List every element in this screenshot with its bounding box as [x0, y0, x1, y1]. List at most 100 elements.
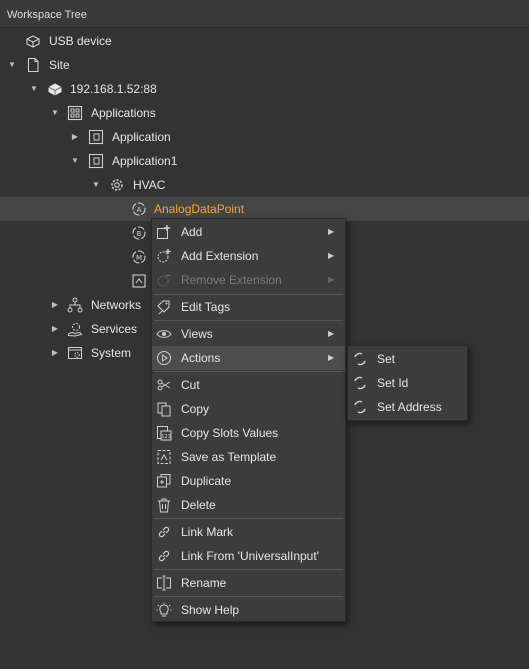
- menu-item-label: Add Extension: [181, 249, 259, 263]
- menu-item-label: Show Help: [181, 603, 240, 617]
- submenu-arrow-icon: ▶: [328, 275, 335, 284]
- menu-item-add-extension[interactable]: Add Extension ▶: [152, 244, 345, 268]
- menu-item-add[interactable]: Add ▶: [152, 220, 345, 244]
- action-icon: [352, 375, 368, 391]
- expand-arrow-icon[interactable]: ▼: [29, 84, 39, 94]
- submenu-arrow-icon: ▶: [328, 227, 335, 236]
- analog-point-icon: A: [131, 201, 147, 217]
- menu-item-link-mark[interactable]: Link Mark: [152, 520, 345, 544]
- menu-item-delete[interactable]: Delete: [152, 493, 345, 517]
- menu-separator: [154, 596, 343, 597]
- menu-item-label: Rename: [181, 576, 227, 590]
- play-icon: [156, 350, 172, 366]
- tree-item-label: Application1: [112, 154, 178, 168]
- panel-header: Workspace Tree: [0, 0, 529, 28]
- submenu-item-set-address[interactable]: Set Address: [348, 395, 467, 419]
- expand-arrow-icon[interactable]: ▼: [7, 60, 17, 70]
- menu-item-label: Copy: [181, 402, 210, 416]
- menu-item-label: Link Mark: [181, 525, 234, 539]
- menu-item-views[interactable]: Views ▶: [152, 322, 345, 346]
- menu-item-duplicate[interactable]: Duplicate: [152, 469, 345, 493]
- submenu-item-set[interactable]: Set: [348, 347, 467, 371]
- menu-item-label: Add: [181, 225, 203, 239]
- action-icon: [352, 399, 368, 415]
- svg-text:M: M: [136, 254, 142, 262]
- add-icon: [156, 224, 172, 240]
- menu-item-rename[interactable]: Rename: [152, 571, 345, 595]
- svg-text:A: A: [137, 206, 142, 214]
- link-icon: [156, 548, 172, 564]
- menu-item-copy-slots-values[interactable]: 123 Copy Slots Values: [152, 421, 345, 445]
- menu-item-label: Set Address: [377, 400, 442, 414]
- add-extension-icon: [156, 248, 172, 264]
- tree-item-label: Application: [112, 130, 171, 144]
- tree-item-application1[interactable]: ▼ Application1: [0, 149, 529, 173]
- usb-device-icon: [25, 33, 41, 49]
- menu-separator: [154, 371, 343, 372]
- site-icon: [25, 57, 41, 73]
- expand-arrow-icon[interactable]: ▼: [91, 180, 101, 190]
- submenu-arrow-icon: ▶: [328, 251, 335, 260]
- tag-icon: [156, 299, 172, 315]
- expand-arrow-icon[interactable]: ▼: [50, 108, 60, 118]
- trash-icon: [156, 497, 172, 513]
- tree-item-site[interactable]: ▼ Site: [0, 53, 529, 77]
- system-icon: [67, 345, 83, 361]
- rename-icon: [156, 575, 172, 591]
- scissors-icon: [156, 377, 172, 393]
- application-icon: [88, 129, 104, 145]
- menu-item-show-help[interactable]: Show Help: [152, 598, 345, 622]
- collapsed-arrow-icon[interactable]: ▶: [50, 300, 60, 310]
- tree-item-label: HVAC: [133, 178, 166, 192]
- menu-separator: [154, 569, 343, 570]
- menu-item-copy[interactable]: Copy: [152, 397, 345, 421]
- svg-text:B: B: [137, 230, 142, 238]
- menu-item-label: Copy Slots Values: [181, 426, 279, 440]
- services-icon: [67, 321, 83, 337]
- menu-item-label: Actions: [181, 351, 221, 365]
- menu-item-label: Delete: [181, 498, 216, 512]
- tree-item-device[interactable]: ▼ 192.168.1.52:88: [0, 77, 529, 101]
- tree-item-label: 192.168.1.52:88: [70, 82, 157, 96]
- lightbulb-icon: [156, 602, 172, 618]
- menu-item-remove-extension: Remove Extension ▶: [152, 268, 345, 292]
- menu-item-save-as-template[interactable]: Save as Template: [152, 445, 345, 469]
- submenu-item-set-id[interactable]: Set Id: [348, 371, 467, 395]
- applications-icon: [67, 105, 83, 121]
- menu-item-label: Save as Template: [181, 450, 277, 464]
- menu-item-cut[interactable]: Cut: [152, 373, 345, 397]
- collapsed-arrow-icon[interactable]: ▶: [70, 132, 80, 142]
- remove-extension-icon: [156, 272, 172, 288]
- tree-item-applications[interactable]: ▼ Applications: [0, 101, 529, 125]
- menu-item-link-from[interactable]: Link From 'UniversalInput': [152, 544, 345, 568]
- context-menu: Add ▶ Add Extension ▶ Remove Extension ▶…: [151, 218, 346, 622]
- expand-arrow-icon[interactable]: ▼: [70, 156, 80, 166]
- panel-title: Workspace Tree: [7, 9, 87, 21]
- tree-item-label: Applications: [91, 106, 156, 120]
- menu-item-label: Set Id: [377, 376, 409, 390]
- menu-item-label: Edit Tags: [181, 300, 231, 314]
- collapsed-arrow-icon[interactable]: ▶: [50, 324, 60, 334]
- submenu-arrow-icon: ▶: [328, 329, 335, 338]
- tree-item-application[interactable]: ▶ Application: [0, 125, 529, 149]
- menu-item-label: Duplicate: [181, 474, 232, 488]
- template-icon: [156, 449, 172, 465]
- menu-item-label: Remove Extension: [181, 273, 282, 287]
- application-icon: [88, 153, 104, 169]
- menu-separator: [154, 518, 343, 519]
- collapsed-arrow-icon[interactable]: ▶: [50, 348, 60, 358]
- menu-item-label: Link From 'UniversalInput': [181, 549, 319, 563]
- network-icon: [67, 297, 83, 313]
- action-icon: [352, 351, 368, 367]
- copy-values-icon: 123: [156, 425, 172, 441]
- submenu-arrow-icon: ▶: [328, 353, 335, 362]
- tree-item-label: Networks: [91, 298, 142, 312]
- menu-item-edit-tags[interactable]: Edit Tags: [152, 295, 345, 319]
- tree-item-hvac[interactable]: ▼ HVAC: [0, 173, 529, 197]
- tree-item-label: Site: [49, 58, 70, 72]
- menu-item-actions[interactable]: Actions ▶: [152, 346, 345, 370]
- tree-item-label: System: [91, 346, 132, 360]
- tree-item-label: Services: [91, 322, 138, 336]
- tree-item-usb-device[interactable]: USB device: [0, 29, 529, 53]
- menu-item-label: Cut: [181, 378, 200, 392]
